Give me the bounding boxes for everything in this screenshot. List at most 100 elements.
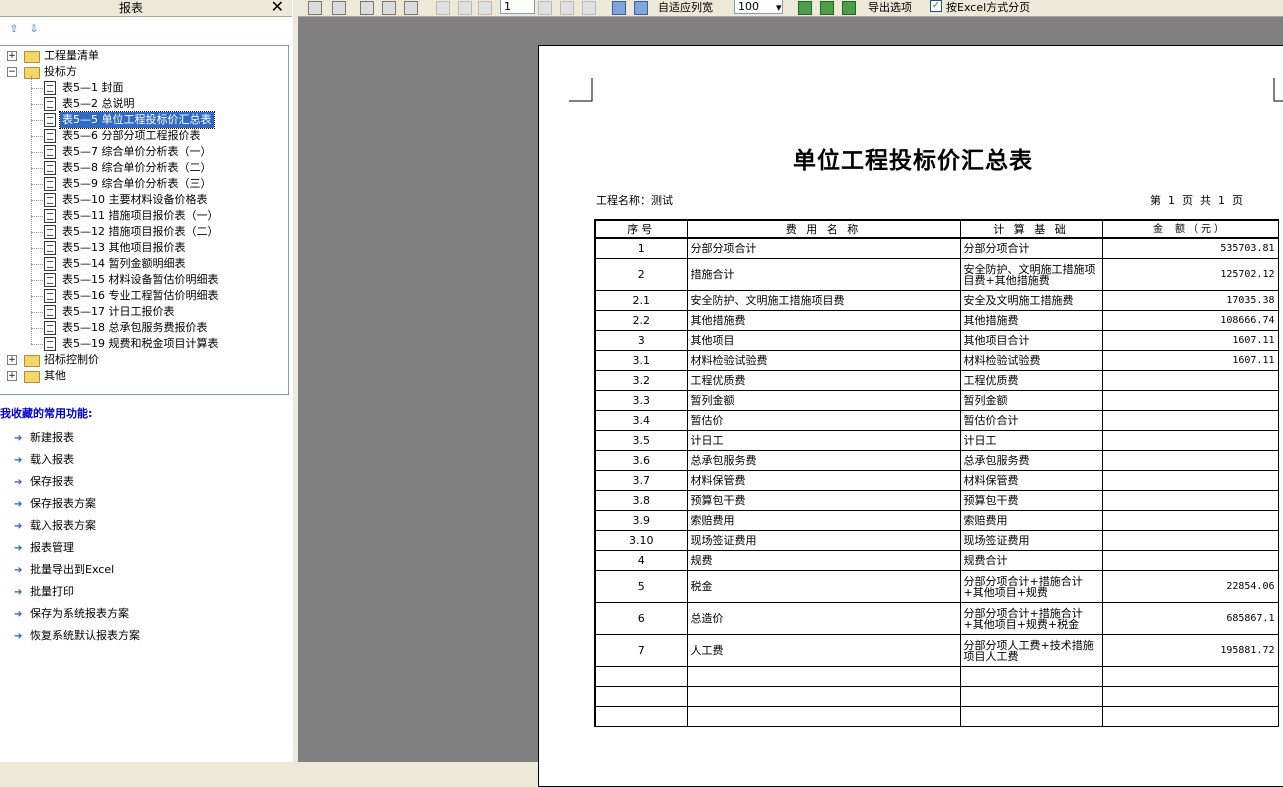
tree-connector: [31, 168, 43, 169]
chevron-down-icon[interactable]: ▾: [776, 0, 782, 15]
favorite-item[interactable]: ➔ 载入报表方案: [14, 518, 96, 534]
two-page-icon[interactable]: [382, 1, 396, 15]
favorite-item[interactable]: ➔ 批量打印: [14, 584, 74, 600]
expand-icon[interactable]: +: [7, 51, 17, 61]
table-row: [594, 666, 1279, 687]
close-icon[interactable]: ✕: [271, 0, 284, 16]
table-cell: 暂估价: [686, 410, 961, 431]
export-settings-icon[interactable]: [842, 1, 856, 15]
tree-item-label: 工程量清单: [44, 49, 99, 62]
move-down-icon[interactable]: ⇩: [28, 24, 40, 36]
tree-report-item[interactable]: 表5—11 措施项目报价表（一）: [0, 208, 286, 224]
next-page-down-icon[interactable]: [560, 1, 574, 15]
single-page-icon[interactable]: [360, 1, 374, 15]
favorite-item[interactable]: ➔ 载入报表: [14, 452, 74, 468]
table-cell: 分部分项合计: [686, 237, 961, 259]
table-row: 7 人工费 分部分项人工费+技术措施项目人工费 195881.72: [594, 634, 1279, 667]
expand-icon[interactable]: +: [7, 371, 17, 381]
tree-folder-item[interactable]: + 工程量清单: [0, 48, 286, 64]
fit-column-width-button[interactable]: 自适应列宽: [658, 0, 713, 15]
table-cell: 5: [594, 570, 688, 603]
tree-report-item[interactable]: 表5—14 暂列金额明细表: [0, 256, 286, 272]
table-cell: [959, 706, 1103, 727]
previous-page-up-icon[interactable]: [458, 1, 472, 15]
table-cell: 材料保管费: [959, 470, 1103, 491]
favorite-item-label: 批量打印: [30, 585, 74, 598]
table-cell: 其他措施费: [959, 310, 1103, 331]
collapse-icon[interactable]: −: [7, 67, 17, 77]
table-row: 3.8 预算包干费 预算包干费: [594, 490, 1279, 511]
last-page-icon[interactable]: [582, 1, 596, 15]
favorite-item[interactable]: ➔ 批量导出到Excel: [14, 562, 114, 578]
arrow-right-icon: ➔: [14, 543, 23, 554]
table-cell: 安全防护、文明施工措施项目费+其他措施费: [959, 258, 1103, 291]
tree-report-item[interactable]: 表5—10 主要材料设备价格表: [0, 192, 286, 208]
expand-icon[interactable]: +: [7, 355, 17, 365]
next-page-icon[interactable]: [538, 1, 552, 15]
table-cell: [594, 706, 688, 727]
export-excel-icon[interactable]: [798, 1, 812, 15]
table-row: [594, 686, 1279, 707]
tree-folder-item[interactable]: + 其他: [0, 368, 286, 384]
table-cell: 安全防护、文明施工措施项目费: [686, 290, 961, 311]
tree-report-item[interactable]: 表5—8 综合单价分析表（二）: [0, 160, 286, 176]
table-cell: [1101, 706, 1279, 727]
table-cell: 材料保管费: [686, 470, 961, 491]
table-cell: 3.9: [594, 510, 688, 531]
multi-page-icon[interactable]: [404, 1, 418, 15]
tree-report-item[interactable]: 表5—18 总承包服务费报价表: [0, 320, 286, 336]
tree-report-item[interactable]: 表5—15 材料设备暂估价明细表: [0, 272, 286, 288]
favorite-item[interactable]: ➔ 恢复系统默认报表方案: [14, 628, 140, 644]
tree-item-label: 表5—14 暂列金额明细表: [62, 257, 186, 270]
zoom-out-icon[interactable]: [634, 1, 648, 15]
tree-report-item[interactable]: 表5—16 专业工程暂估价明细表: [0, 288, 286, 304]
export-excel-all-icon[interactable]: [820, 1, 834, 15]
report-document-icon: [44, 97, 56, 111]
tree-report-item[interactable]: 表5—7 综合单价分析表（一）: [0, 144, 286, 160]
excel-paging-label: 按Excel方式分页: [946, 1, 1031, 14]
excel-paging-checkbox[interactable]: ✓: [930, 0, 942, 12]
favorite-item-label: 保存报表: [30, 475, 74, 488]
tree-item-label: 表5—12 措施项目报价表（二）: [62, 225, 219, 238]
table-row: 3.2 工程优质费 工程优质费: [594, 370, 1279, 391]
table-cell: 3.3: [594, 390, 688, 411]
favorite-item[interactable]: ➔ 报表管理: [14, 540, 74, 556]
tree-report-item[interactable]: 表5—2 总说明: [0, 96, 286, 112]
favorite-item[interactable]: ➔ 保存报表方案: [14, 496, 96, 512]
table-cell: 195881.72: [1101, 634, 1279, 667]
tree-report-item[interactable]: 表5—9 综合单价分析表（三）: [0, 176, 286, 192]
tree-report-item[interactable]: 表5—12 措施项目报价表（二）: [0, 224, 286, 240]
tree-connector: [31, 184, 43, 185]
table-cell: 3.4: [594, 410, 688, 431]
favorite-item[interactable]: ➔ 保存报表: [14, 474, 74, 490]
report-document-icon: [44, 161, 56, 175]
tree-report-item[interactable]: 表5—1 封面: [0, 80, 286, 96]
zoom-in-icon[interactable]: [612, 1, 626, 15]
table-row: 3.4 暂估价 暂估价合计: [594, 410, 1279, 431]
crop-mark-right: [1273, 78, 1283, 102]
table-cell: 3.8: [594, 490, 688, 511]
report-document-icon: [44, 177, 56, 191]
tree-connector: [31, 120, 43, 121]
folder-icon: [24, 67, 40, 79]
favorite-item[interactable]: ➔ 新建报表: [14, 430, 74, 446]
tree-item-label: 其他: [44, 369, 66, 382]
print-icon[interactable]: [332, 1, 346, 15]
tree-report-item[interactable]: 表5—19 规费和税金项目计算表: [0, 336, 286, 352]
table-cell: 总承包服务费: [959, 450, 1103, 471]
edit-report-icon[interactable]: [308, 1, 322, 15]
tree-folder-item[interactable]: − 投标方: [0, 64, 286, 80]
tree-report-item[interactable]: 表5—6 分部分项工程报价表: [0, 128, 286, 144]
tree-connector: [31, 344, 43, 345]
tree-folder-item[interactable]: + 招标控制价: [0, 352, 286, 368]
export-options-button[interactable]: 导出选项: [868, 0, 912, 15]
favorite-item[interactable]: ➔ 保存为系统报表方案: [14, 606, 129, 622]
tree-report-item[interactable]: 表5—17 计日工报价表: [0, 304, 286, 320]
move-up-icon[interactable]: ⇧: [8, 24, 20, 36]
tree-report-item[interactable]: 表5—13 其他项目报价表: [0, 240, 286, 256]
report-document-icon: [44, 129, 56, 143]
tree-report-item[interactable]: 表5—5 单位工程投标价汇总表: [0, 111, 286, 129]
page-number-input[interactable]: 1: [500, 0, 535, 14]
previous-page-icon[interactable]: [478, 1, 492, 15]
first-page-icon[interactable]: [436, 1, 450, 15]
